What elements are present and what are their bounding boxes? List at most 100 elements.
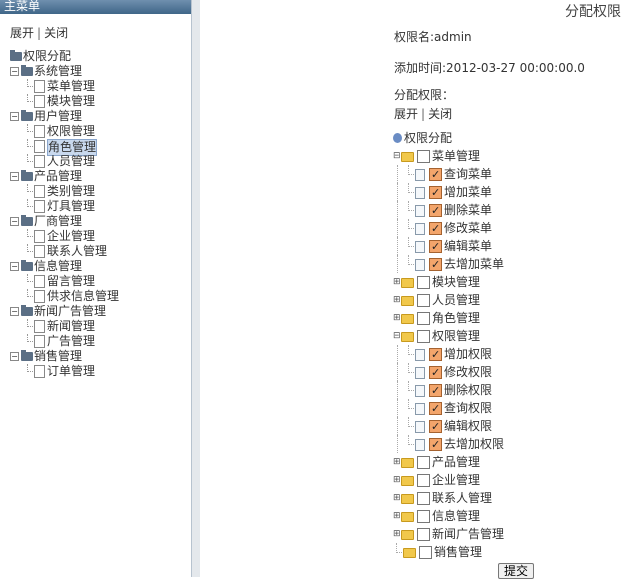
tree-indent [393, 363, 405, 381]
collapse-toggle-icon[interactable]: − [10, 217, 19, 226]
menu-group-0[interactable]: − 系统管理 [10, 64, 119, 79]
permission-leaf[interactable]: 编辑菜单 [393, 237, 504, 256]
permission-checkbox[interactable] [417, 150, 430, 163]
menu-item[interactable]: 广告管理 [10, 334, 119, 349]
permission-checkbox[interactable] [417, 474, 430, 487]
expand-toggle-icon[interactable]: ⊟ [393, 152, 401, 161]
menu-group-4[interactable]: − 信息管理 [10, 259, 119, 274]
permission-checkbox[interactable] [417, 510, 430, 523]
permission-node[interactable]: ⊞ 产品管理 [393, 453, 504, 471]
expand-toggle-icon[interactable]: ⊞ [393, 512, 401, 521]
permission-node-label: 产品管理 [432, 455, 481, 469]
menu-item[interactable]: 订单管理 [10, 364, 119, 379]
permission-checkbox[interactable] [417, 330, 430, 343]
page-icon [34, 95, 45, 108]
permission-checkbox[interactable] [429, 238, 442, 256]
expand-toggle-icon[interactable]: ⊞ [393, 476, 401, 485]
permission-node[interactable]: ⊞ 角色管理 [393, 309, 504, 327]
folder-icon [21, 170, 33, 181]
left-expand-all-link[interactable]: 展开 [10, 26, 34, 40]
expand-toggle-icon[interactable]: ⊞ [393, 278, 401, 287]
permission-node[interactable]: ⊞ 信息管理 [393, 507, 504, 525]
expand-toggle-icon[interactable]: ⊞ [393, 314, 401, 323]
permission-leaf[interactable]: 编辑权限 [393, 417, 504, 436]
permission-checkbox[interactable] [429, 364, 442, 382]
expand-toggle-icon[interactable]: ⊟ [393, 332, 401, 341]
menu-item[interactable]: 类别管理 [10, 184, 119, 199]
permission-node[interactable]: ⊞ 人员管理 [393, 291, 504, 309]
menu-item[interactable]: 联系人管理 [10, 244, 119, 259]
permission-checkbox[interactable] [417, 276, 430, 289]
menu-item[interactable]: 企业管理 [10, 229, 119, 244]
permission-checkbox[interactable] [429, 220, 442, 238]
collapse-toggle-icon[interactable]: − [10, 112, 19, 121]
expand-toggle-icon[interactable]: ⊞ [393, 458, 401, 467]
menu-item[interactable]: 灯具管理 [10, 199, 119, 214]
permission-leaf[interactable]: 修改菜单 [393, 219, 504, 238]
menu-group-label: 厂商管理 [34, 214, 83, 228]
expand-toggle-icon[interactable]: ⊞ [393, 494, 401, 503]
permission-leaf[interactable]: 删除菜单 [393, 201, 504, 220]
menu-item-label: 企业管理 [47, 229, 96, 243]
menu-group-5[interactable]: − 新闻广告管理 [10, 304, 119, 319]
permission-node[interactable]: ⊞ 联系人管理 [393, 489, 504, 507]
permission-checkbox[interactable] [429, 346, 442, 364]
permission-leaf[interactable]: 增加权限 [393, 345, 504, 364]
left-collapse-all-link[interactable]: 关闭 [44, 26, 68, 40]
collapse-toggle-icon[interactable]: − [10, 307, 19, 316]
permission-checkbox[interactable] [429, 400, 442, 418]
menu-group-3[interactable]: − 厂商管理 [10, 214, 119, 229]
permission-checkbox[interactable] [429, 184, 442, 202]
permission-checkbox[interactable] [429, 382, 442, 400]
right-collapse-all-link[interactable]: 关闭 [428, 107, 452, 121]
permission-node[interactable]: ⊞ 新闻广告管理 [393, 525, 504, 543]
permission-leaf[interactable]: 修改权限 [393, 363, 504, 382]
folder-icon [21, 305, 33, 316]
menu-item[interactable]: 权限管理 [10, 124, 119, 139]
menu-item[interactable]: 菜单管理 [10, 79, 119, 94]
collapse-toggle-icon[interactable]: − [10, 67, 19, 76]
permission-checkbox[interactable] [417, 312, 430, 325]
permission-checkbox[interactable] [417, 294, 430, 307]
permission-checkbox[interactable] [429, 166, 442, 184]
permission-checkbox[interactable] [417, 528, 430, 541]
permission-checkbox[interactable] [417, 456, 430, 469]
permission-checkbox[interactable] [429, 418, 442, 436]
tree-connector [22, 274, 34, 289]
permission-leaf[interactable]: 增加菜单 [393, 183, 504, 202]
menu-item[interactable]: 模块管理 [10, 94, 119, 109]
page-icon [415, 187, 425, 199]
menu-group-6[interactable]: − 销售管理 [10, 349, 119, 364]
menu-group-2[interactable]: − 产品管理 [10, 169, 119, 184]
menu-group-1[interactable]: − 用户管理 [10, 109, 119, 124]
collapse-toggle-icon[interactable]: − [10, 172, 19, 181]
permission-checkbox[interactable] [417, 492, 430, 505]
menu-item[interactable]: 留言管理 [10, 274, 119, 289]
permission-checkbox[interactable] [429, 436, 442, 454]
expand-toggle-icon[interactable]: ⊞ [393, 530, 401, 539]
menu-item[interactable]: 新闻管理 [10, 319, 119, 334]
permission-leaf[interactable]: 去增加菜单 [393, 255, 504, 274]
permission-leaf[interactable]: 查询权限 [393, 399, 504, 418]
permission-leaf[interactable]: 去增加权限 [393, 435, 504, 454]
permission-leaf[interactable]: 查询菜单 [393, 165, 504, 184]
permission-node[interactable]: ⊞ 企业管理 [393, 471, 504, 489]
menu-item[interactable]: 供求信息管理 [10, 289, 119, 304]
permission-leaf[interactable]: 删除权限 [393, 381, 504, 400]
permission-checkbox[interactable] [429, 202, 442, 220]
permission-checkbox[interactable] [429, 256, 442, 274]
collapse-toggle-icon[interactable]: − [10, 262, 19, 271]
expand-toggle-icon[interactable]: ⊞ [393, 296, 401, 305]
permission-node[interactable]: ⊟ 权限管理 [393, 327, 504, 345]
panel-splitter[interactable] [192, 0, 200, 577]
right-expand-all-link[interactable]: 展开 [394, 107, 418, 121]
permission-checkbox[interactable] [419, 546, 432, 559]
collapse-toggle-icon[interactable]: − [10, 352, 19, 361]
menu-item[interactable]: 角色管理 [10, 139, 119, 156]
menu-item[interactable]: 人员管理 [10, 154, 119, 169]
permission-node[interactable]: 销售管理 [393, 543, 504, 561]
tree-connector [22, 199, 34, 214]
permission-node[interactable]: ⊞ 模块管理 [393, 273, 504, 291]
permission-node[interactable]: ⊟ 菜单管理 [393, 147, 504, 165]
